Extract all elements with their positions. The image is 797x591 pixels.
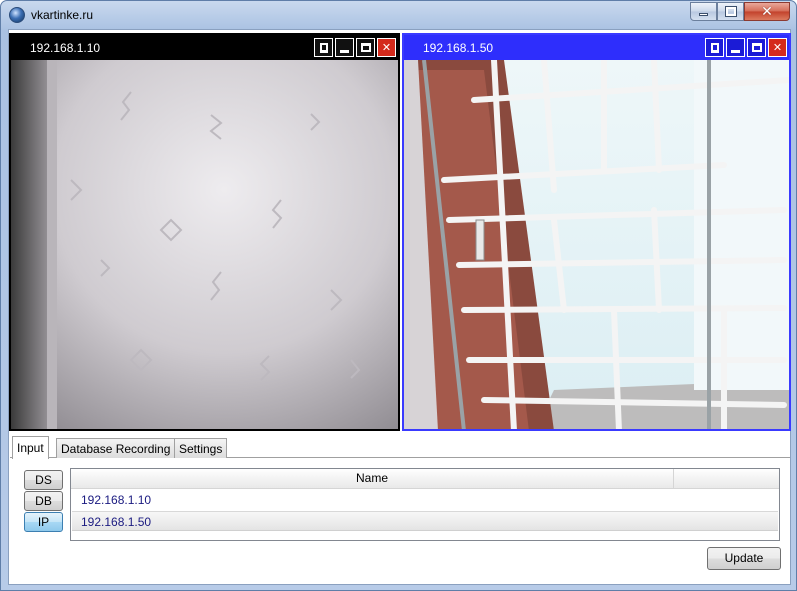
panel-minimize-button[interactable]	[726, 38, 745, 57]
minimize-button[interactable]	[690, 2, 717, 21]
maximize-icon	[751, 43, 762, 52]
minimize-icon	[699, 13, 708, 16]
update-button[interactable]: Update	[707, 547, 781, 570]
pin-button[interactable]	[314, 38, 333, 57]
close-icon: ✕	[381, 42, 392, 54]
minimize-icon	[731, 50, 740, 53]
camera-panel-1[interactable]: 192.168.1.10 ✕	[9, 33, 400, 431]
maximize-icon	[724, 6, 737, 17]
db-source-button[interactable]: DB	[24, 491, 63, 511]
pin-icon	[710, 42, 719, 53]
app-window: vkartinke.ru ✕ 192.168.1.10 ✕ 192.168.1.…	[0, 0, 797, 591]
maximize-button[interactable]	[717, 2, 744, 21]
ip-source-button[interactable]: IP	[24, 512, 63, 532]
pin-icon	[319, 42, 328, 53]
panel-close-button[interactable]: ✕	[377, 38, 396, 57]
tab-strip: Input Database Recording Settings	[10, 436, 790, 459]
list-header: Name	[71, 469, 779, 489]
panel-minimize-button[interactable]	[335, 38, 354, 57]
app-globe-icon	[9, 7, 25, 23]
panel-maximize-button[interactable]	[747, 38, 766, 57]
camera-list: Name 192.168.1.10 192.168.1.50	[70, 468, 780, 541]
list-item[interactable]: 192.168.1.50	[72, 511, 778, 531]
close-icon: ✕	[772, 42, 783, 54]
camera-video-feed	[11, 60, 398, 429]
camera-panel-header[interactable]: 192.168.1.50 ✕	[404, 35, 789, 60]
camera-panel-header[interactable]: 192.168.1.10 ✕	[11, 35, 398, 60]
close-icon: ✕	[761, 3, 773, 19]
input-tab-page: DS DB IP Name 192.168.1.10 192.168.1.50 …	[10, 458, 790, 584]
tab-database-recording[interactable]: Database Recording	[56, 438, 176, 458]
camera-panel-controls: ✕	[314, 38, 396, 57]
window-controls: ✕	[690, 2, 790, 21]
minimize-icon	[340, 50, 349, 53]
pin-button[interactable]	[705, 38, 724, 57]
window-grille-image	[404, 60, 789, 429]
tab-input[interactable]: Input	[12, 436, 49, 459]
camera-title: 192.168.1.10	[30, 41, 101, 55]
camera-video-feed	[404, 60, 789, 429]
window-title: vkartinke.ru	[31, 8, 94, 22]
list-item[interactable]: 192.168.1.10	[72, 490, 778, 510]
title-bar[interactable]: vkartinke.ru ✕	[1, 1, 796, 29]
close-button[interactable]: ✕	[744, 2, 790, 21]
wallpaper-wall-image	[11, 60, 398, 429]
column-header-name[interactable]: Name	[71, 469, 674, 488]
panel-close-button[interactable]: ✕	[768, 38, 787, 57]
camera-panel-controls: ✕	[705, 38, 787, 57]
client-area: 192.168.1.10 ✕ 192.168.1.50 ✕ Input Data…	[8, 29, 791, 585]
camera-panel-2[interactable]: 192.168.1.50 ✕	[402, 33, 791, 431]
panel-maximize-button[interactable]	[356, 38, 375, 57]
camera-title: 192.168.1.50	[423, 41, 494, 55]
ds-source-button[interactable]: DS	[24, 470, 63, 490]
maximize-icon	[360, 43, 371, 52]
tab-settings[interactable]: Settings	[174, 438, 228, 458]
